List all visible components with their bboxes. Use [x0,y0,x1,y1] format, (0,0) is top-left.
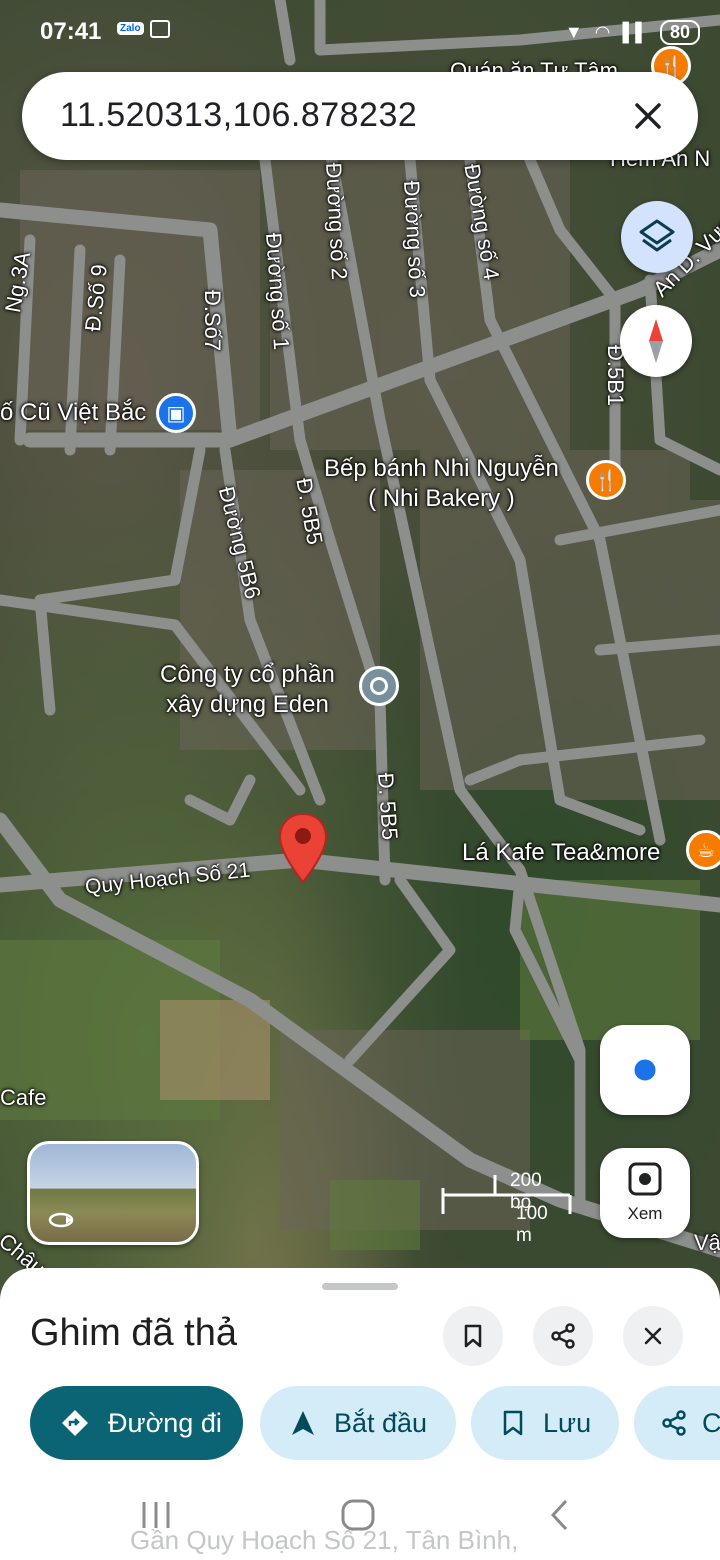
share-label: C [702,1407,720,1438]
camera-lens-icon [628,1162,662,1196]
poi-bakery-line1: Bếp bánh Nhi Nguyễn [324,455,559,482]
share-button[interactable] [533,1306,593,1366]
poi-label-market[interactable]: ố Cũ Việt Bắc [0,398,146,428]
directions-icon [60,1408,90,1438]
compass-button[interactable] [620,305,692,377]
clear-search-button[interactable] [626,94,670,138]
back-icon[interactable] [548,1498,572,1532]
sheet-drag-handle[interactable] [322,1283,398,1290]
street-label: Đ. 5B5 [373,772,403,841]
poi-company-line1: Công ty cổ phần [160,661,335,688]
status-time: 07:41 [40,18,102,45]
wifi-icon: ◠ [594,22,611,42]
restaurant-poi-icon[interactable]: 🍴 [586,460,626,500]
street-label: Đ.Số7 [200,290,225,352]
share-icon [660,1409,688,1437]
my-location-icon [631,1056,659,1084]
bookmark-icon [464,1324,482,1348]
location-status-icon: ▼ [564,22,583,42]
lens-button[interactable]: Xem [600,1148,690,1238]
layers-icon [639,219,675,252]
bookmark-icon [501,1409,525,1437]
my-location-button[interactable] [600,1025,690,1115]
close-sheet-button[interactable] [623,1306,683,1366]
zalo-notification-icon: Zalo [117,22,144,35]
start-label: Bắt đầu [334,1407,428,1438]
home-icon[interactable] [340,1498,376,1532]
search-bar[interactable]: 11.520313,106.878232 [22,72,698,160]
street-label: Cafe [0,1085,47,1110]
battery-level: 80 [659,20,700,45]
poi-bakery-line2: ( Nhi Bakery ) [368,485,515,512]
lens-label: Xem [627,1204,663,1223]
directions-button[interactable]: Đường đi [30,1386,243,1460]
poi-label-company[interactable]: Công ty cổ phần xây dựng Eden [160,660,335,720]
navigation-arrow-icon [290,1409,316,1437]
gallery-notification-icon [150,20,170,38]
poi-company-line2: xây dựng Eden [165,691,329,718]
close-icon [644,1327,662,1345]
dropped-pin-icon[interactable] [278,812,328,884]
poi-label-bakery[interactable]: Bếp bánh Nhi Nguyễn ( Nhi Bakery ) [324,454,559,514]
save-label: Lưu [543,1407,592,1438]
bookmark-button[interactable] [443,1306,503,1366]
signal-icon: ▌▌ [622,22,648,42]
rotate-360-icon [48,1212,74,1228]
layers-button[interactable] [621,201,693,273]
system-nav-bar [0,1480,720,1560]
shopping-bag-icon[interactable]: ▣ [156,393,196,433]
share-icon [551,1323,575,1349]
scale-bar-icon [441,1175,572,1214]
recent-apps-icon[interactable] [138,1500,174,1530]
share-chip-button[interactable]: C [634,1386,720,1460]
close-icon [635,103,661,129]
compass-icon [649,319,663,363]
poi-label-cafe[interactable]: Lá Kafe Tea&more [462,838,660,868]
save-button[interactable]: Lưu [471,1386,619,1460]
scale-metric: 100 m [516,1203,548,1246]
status-bar: 07:41 Zalo ▼ ◠ ▌▌ 80 [0,0,720,66]
street-view-thumbnail[interactable] [27,1141,199,1245]
cafe-poi-icon[interactable]: ☕ [686,830,720,870]
sheet-title: Ghim đã thả [30,1312,237,1354]
place-poi-icon[interactable] [359,666,399,706]
search-query[interactable]: 11.520313,106.878232 [60,96,417,135]
start-button[interactable]: Bắt đầu [260,1386,456,1460]
directions-label: Đường đi [108,1407,222,1438]
street-label: Vậ [694,1230,720,1255]
